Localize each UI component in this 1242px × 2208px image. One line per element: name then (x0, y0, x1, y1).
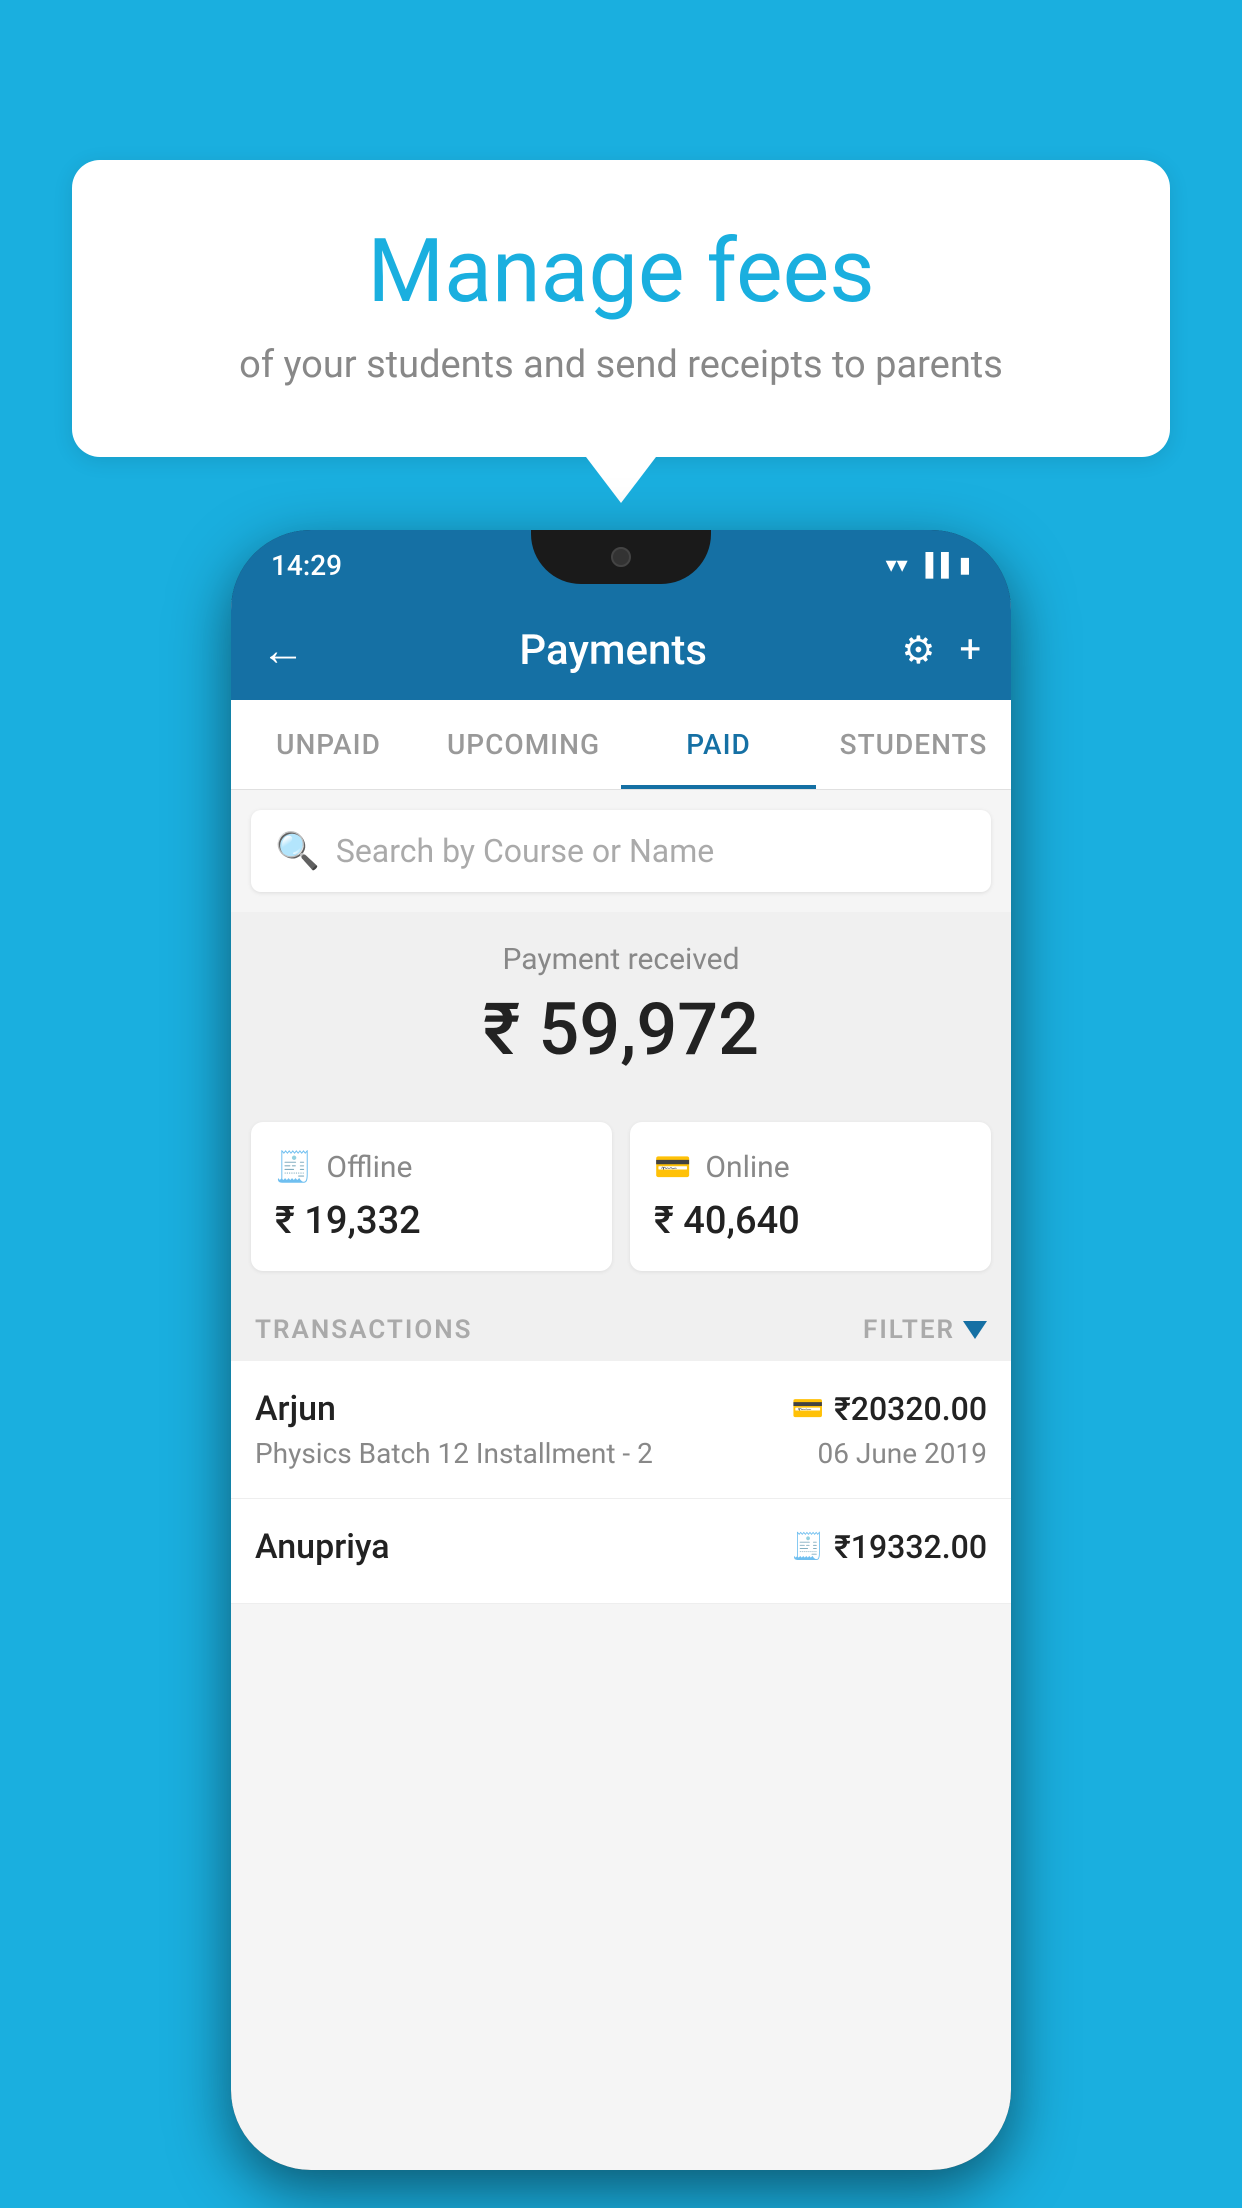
payment-received-amount: ₹ 59,972 (251, 987, 991, 1072)
search-icon: 🔍 (275, 830, 320, 872)
student-name: Anupriya (255, 1527, 390, 1567)
offline-amount: ₹ 19,332 (275, 1199, 588, 1243)
status-bar: 14:29 ▾▾ ▐▐ ▮ (231, 530, 1011, 600)
bubble-subtitle: of your students and send receipts to pa… (152, 343, 1090, 387)
transaction-amount: ₹20320.00 (834, 1390, 987, 1428)
add-button[interactable]: + (959, 628, 981, 672)
online-icon: 💳 (654, 1150, 691, 1185)
payment-received-section: Payment received ₹ 59,972 (231, 912, 1011, 1102)
transaction-bottom: Physics Batch 12 Installment - 2 06 June… (255, 1437, 987, 1470)
signal-icon: ▐▐ (918, 552, 949, 578)
transactions-header: TRANSACTIONS FILTER (231, 1291, 1011, 1361)
card-payment-icon: 💳 (792, 1394, 824, 1424)
offline-card: 🧾 Offline ₹ 19,332 (251, 1122, 612, 1271)
app-bar-actions: ⚙ + (901, 628, 981, 673)
payment-received-label: Payment received (251, 942, 991, 977)
app-bar: ← Payments ⚙ + (231, 600, 1011, 700)
settings-icon[interactable]: ⚙ (901, 628, 935, 673)
front-camera (611, 547, 631, 567)
wifi-icon: ▾▾ (886, 553, 908, 578)
back-button[interactable]: ← (261, 624, 305, 676)
tab-bar: UNPAID UPCOMING PAID STUDENTS (231, 700, 1011, 790)
filter-button[interactable]: FILTER (863, 1315, 987, 1345)
table-row[interactable]: Anupriya 🧾 ₹19332.00 (231, 1499, 1011, 1604)
search-container[interactable]: 🔍 Search by Course or Name (251, 810, 991, 892)
offline-payment-icon: 🧾 (792, 1532, 824, 1562)
search-input[interactable]: Search by Course or Name (336, 832, 714, 870)
phone-time: 14:29 (271, 549, 342, 582)
phone-frame: 14:29 ▾▾ ▐▐ ▮ ← Payments ⚙ + UNPAID UPC (231, 530, 1011, 2170)
offline-label: Offline (326, 1150, 412, 1185)
amount-row: 🧾 ₹19332.00 (792, 1528, 987, 1566)
phone-notch (531, 530, 711, 584)
filter-icon (963, 1321, 987, 1339)
bubble-title: Manage fees (152, 220, 1090, 323)
payment-cards: 🧾 Offline ₹ 19,332 💳 Online ₹ 40,640 (231, 1102, 1011, 1291)
transaction-date: 06 June 2019 (817, 1437, 987, 1470)
tab-unpaid[interactable]: UNPAID (231, 700, 426, 789)
online-amount: ₹ 40,640 (654, 1199, 967, 1243)
online-label: Online (705, 1150, 789, 1185)
course-name: Physics Batch 12 Installment - 2 (255, 1437, 653, 1470)
battery-icon: ▮ (959, 553, 971, 578)
amount-row: 💳 ₹20320.00 (792, 1390, 987, 1428)
table-row[interactable]: Arjun 💳 ₹20320.00 Physics Batch 12 Insta… (231, 1361, 1011, 1499)
student-name: Arjun (255, 1389, 336, 1429)
transaction-top: Anupriya 🧾 ₹19332.00 (255, 1527, 987, 1567)
offline-icon: 🧾 (275, 1150, 312, 1185)
online-card: 💳 Online ₹ 40,640 (630, 1122, 991, 1271)
transaction-top: Arjun 💳 ₹20320.00 (255, 1389, 987, 1429)
tab-paid[interactable]: PAID (621, 700, 816, 789)
phone-screen: ← Payments ⚙ + UNPAID UPCOMING PAID STUD… (231, 600, 1011, 2170)
offline-card-header: 🧾 Offline (275, 1150, 588, 1185)
speech-bubble: Manage fees of your students and send re… (72, 160, 1170, 457)
tab-students[interactable]: STUDENTS (816, 700, 1011, 789)
online-card-header: 💳 Online (654, 1150, 967, 1185)
transactions-label: TRANSACTIONS (255, 1315, 473, 1345)
transaction-amount: ₹19332.00 (834, 1528, 987, 1566)
page-title: Payments (325, 626, 901, 675)
tab-upcoming[interactable]: UPCOMING (426, 700, 621, 789)
status-icons: ▾▾ ▐▐ ▮ (886, 552, 971, 578)
filter-label: FILTER (863, 1315, 955, 1345)
